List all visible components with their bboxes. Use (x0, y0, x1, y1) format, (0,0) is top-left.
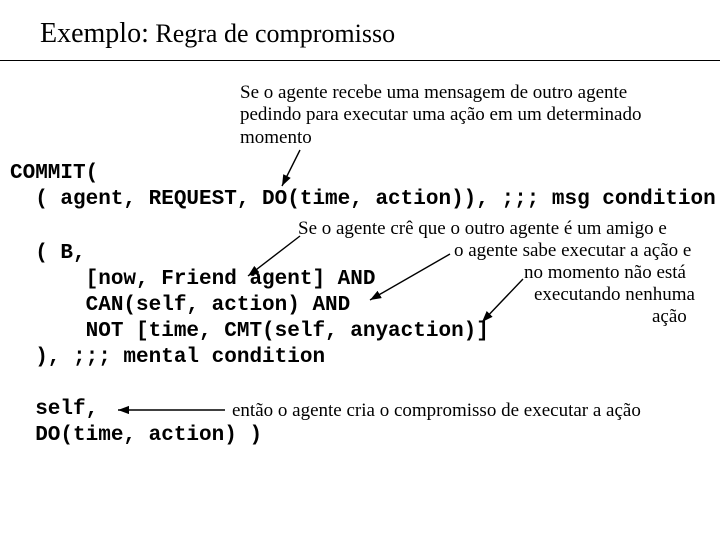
code-line-3: ( B, (10, 242, 86, 265)
annotation-mental-l4: executando nenhuma (534, 284, 695, 306)
annotation-mental-l2: o agente sabe executar a ação e (454, 240, 691, 262)
code-line-2: ( agent, REQUEST, DO(time, action)), ;;;… (10, 188, 716, 211)
annotation-msg-condition: Se o agente recebe uma mensagem de outro… (240, 82, 680, 149)
code-line-6: NOT [time, CMT(self, anyaction)] (10, 320, 489, 343)
arrow-icon (482, 279, 523, 322)
annotation-mental-l3: no momento não está (524, 262, 686, 284)
slide-title: Exemplo: Regra de compromisso (40, 18, 395, 50)
title-main: Exemplo: (40, 18, 149, 49)
slide: Exemplo: Regra de compromisso Se o agent… (0, 0, 720, 540)
title-sub: Regra de compromisso (149, 19, 395, 48)
annotation-mental-l5: ação (652, 306, 687, 328)
code-line-4: [now, Friend agent] AND (10, 268, 375, 291)
arrow-icon (282, 150, 300, 186)
arrow-icon (370, 254, 450, 300)
annotation-self: então o agente cria o compromisso de exe… (232, 400, 641, 422)
code-line-7: ), ;;; mental condition (10, 346, 325, 369)
annotation-mental-l1: Se o agente crê que o outro agente é um … (298, 218, 667, 240)
code-line-1: COMMIT( (10, 162, 98, 185)
code-line-8: self, (10, 398, 98, 421)
title-underline (0, 60, 720, 61)
code-line-5: CAN(self, action) AND (10, 294, 350, 317)
code-line-9: DO(time, action) ) (10, 424, 262, 447)
